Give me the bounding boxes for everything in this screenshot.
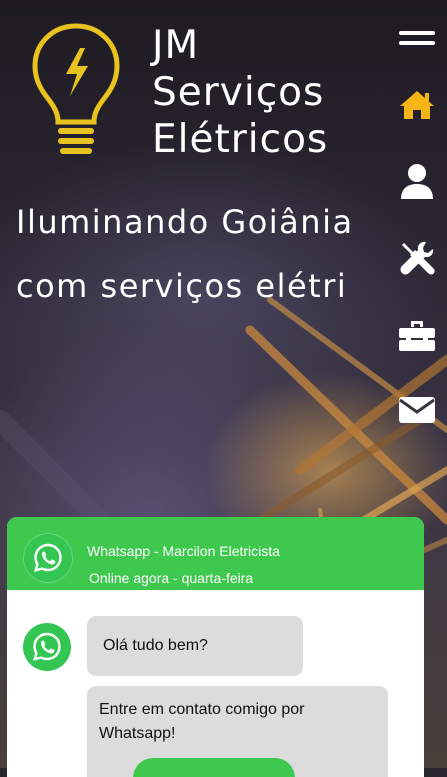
chat-message-text: Entre em contato comigo por Whatsapp! <box>99 701 305 742</box>
user-icon <box>401 164 433 199</box>
whatsapp-chat-widget: Whatsapp - Marcilon Eletricista Online a… <box>7 517 424 777</box>
home-icon <box>400 91 434 119</box>
chat-title: Whatsapp - Marcilon Eletricista <box>87 543 280 559</box>
brand-line-2: Serviços <box>152 70 325 115</box>
chat-header: Whatsapp - Marcilon Eletricista Online a… <box>7 517 424 590</box>
brand-name: JM Serviços Elétricos <box>152 22 328 163</box>
chat-message: Olá tudo bem? <box>87 616 303 676</box>
whatsapp-icon <box>34 543 62 572</box>
nav-services[interactable] <box>387 234 447 284</box>
chat-message: Entre em contato comigo por Whatsapp! <box>87 686 388 777</box>
menu-button[interactable] <box>387 14 447 64</box>
envelope-icon <box>399 397 435 423</box>
nav-portfolio[interactable] <box>387 311 447 361</box>
nav-about[interactable] <box>387 157 447 207</box>
nav-contact[interactable] <box>387 385 447 435</box>
toolbox-icon <box>399 321 435 351</box>
sender-avatar <box>23 623 71 671</box>
whatsapp-avatar <box>23 533 73 583</box>
brand-line-1: JM <box>152 23 200 68</box>
hero-tagline: Iluminando Goiânia com serviços elétri <box>16 190 386 318</box>
nav-home[interactable] <box>387 80 447 130</box>
tools-icon <box>400 241 435 275</box>
brand-line-3: Elétricos <box>152 117 329 162</box>
chat-status: Online agora - quarta-feira <box>89 570 254 586</box>
whatsapp-icon <box>33 632 61 661</box>
tagline-line-1: Iluminando Goiânia <box>16 203 354 241</box>
chat-message-text: Olá tudo bem? <box>103 637 208 654</box>
menu-icon <box>399 31 435 45</box>
lightbulb-bolt-icon <box>32 23 120 154</box>
tagline-line-2: com serviços elétri <box>16 267 348 305</box>
